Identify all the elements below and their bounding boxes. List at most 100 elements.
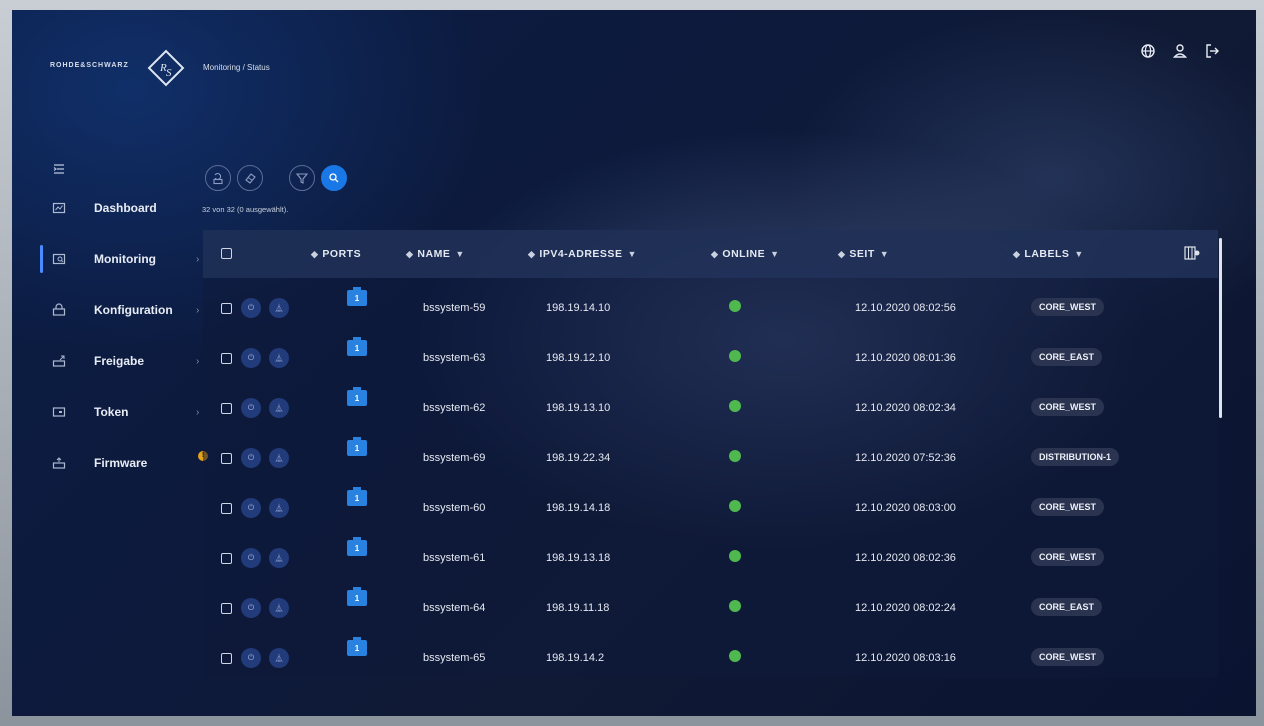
select-all-checkbox[interactable] [221,248,232,259]
port-badge[interactable]: 1 [347,287,367,306]
row-checkbox[interactable] [221,603,232,614]
row-checkbox[interactable] [221,553,232,564]
status-button[interactable]: ⏅ [269,498,289,518]
online-status-dot [729,350,741,362]
column-header-labels[interactable]: ◆ LABELS ▼ [1013,248,1084,260]
online-since: 12.10.2020 08:03:00 [855,502,956,514]
row-checkbox[interactable] [221,403,232,414]
port-badge[interactable]: 1 [347,587,367,606]
globe-icon[interactable] [1140,43,1156,59]
user-icon[interactable] [1172,43,1188,59]
table-row[interactable]: ⏻ ⏅ 1 bssystem-61 198.19.13.18 12.10.202… [203,532,1218,582]
online-status-dot [729,500,741,512]
reboot-button[interactable]: ⏻ [241,648,261,668]
status-button[interactable]: ⏅ [269,448,289,468]
reboot-button[interactable]: ⏻ [241,548,261,568]
ip-address: 198.19.14.10 [546,302,611,314]
row-checkbox[interactable] [221,303,232,314]
row-checkbox[interactable] [221,453,232,464]
reboot-button[interactable]: ⏻ [241,298,261,318]
device-name: bssystem-64 [423,602,486,614]
sidebar-item-firmware[interactable]: Firmware ! [24,445,208,481]
filter-icon[interactable]: ▼ [880,249,889,259]
column-header-name[interactable]: ◆ NAME ▼ [406,248,465,260]
label-tag[interactable]: CORE_WEST [1031,398,1105,416]
selection-count: 32 von 32 (0 ausgewählt). [202,205,289,214]
ip-address: 198.19.14.2 [546,652,605,664]
port-badge[interactable]: 1 [347,437,367,456]
refresh-device-button[interactable] [205,165,231,191]
sidebar-item-label: Firmware [94,456,148,470]
online-since: 12.10.2020 08:02:34 [855,402,956,414]
label-tag[interactable]: CORE_WEST [1031,298,1105,316]
status-button[interactable]: ⏅ [269,548,289,568]
reboot-button[interactable]: ⏻ [241,348,261,368]
ip-address: 198.19.22.34 [546,452,611,464]
online-since: 12.10.2020 08:02:24 [855,602,956,614]
label-tag[interactable]: DISTRIBUTION-1 [1031,448,1119,466]
row-checkbox[interactable] [221,503,232,514]
status-button[interactable]: ⏅ [269,648,289,668]
sidebar-item-monitoring[interactable]: Monitoring › [24,241,204,277]
filter-icon[interactable]: ▼ [1074,249,1083,259]
filter-icon[interactable]: ▼ [627,249,636,259]
filter-icon[interactable]: ▼ [455,249,464,259]
status-button[interactable]: ⏅ [269,348,289,368]
sidebar-toggle-icon[interactable] [52,162,66,176]
port-badge[interactable]: 1 [347,337,367,356]
port-badge[interactable]: 1 [347,537,367,556]
top-icon-bar [1140,43,1220,59]
device-name: bssystem-69 [423,452,486,464]
filter-icon [295,173,309,184]
power-icon: ⏻ [247,653,255,662]
reboot-button[interactable]: ⏻ [241,498,261,518]
sidebar-item-konfiguration[interactable]: Konfiguration › [24,292,204,328]
sidebar-item-dashboard[interactable]: Dashboard [24,190,204,226]
label-tag[interactable]: CORE_WEST [1031,548,1105,566]
breadcrumb: Monitoring / Status [203,63,270,72]
filter-button[interactable] [289,165,315,191]
filter-icon[interactable]: ▼ [770,249,779,259]
configuration-icon [52,303,66,316]
sidebar-item-token[interactable]: Token › [24,394,204,430]
column-settings-icon[interactable] [1184,246,1200,260]
logout-icon[interactable] [1204,43,1220,59]
table-row[interactable]: ⏻ ⏅ 1 bssystem-60 198.19.14.18 12.10.202… [203,482,1218,532]
column-header-ports[interactable]: ◆ PORTS [311,248,361,260]
reboot-button[interactable]: ⏻ [241,598,261,618]
power-icon: ⏻ [247,603,255,612]
table-row[interactable]: ⏻ ⏅ 1 bssystem-62 198.19.13.10 12.10.202… [203,382,1218,432]
reboot-button[interactable]: ⏻ [241,398,261,418]
brand-wordmark: ROHDE&SCHWARZ [50,62,129,69]
label-tag[interactable]: CORE_WEST [1031,498,1105,516]
table-row[interactable]: ⏻ ⏅ 1 bssystem-65 198.19.14.2 12.10.2020… [203,632,1218,682]
table-row[interactable]: ⏻ ⏅ 1 bssystem-64 198.19.11.18 12.10.202… [203,582,1218,632]
power-icon: ⏻ [247,553,255,562]
row-checkbox[interactable] [221,653,232,664]
online-since: 12.10.2020 08:03:16 [855,652,956,664]
sidebar-item-label: Konfiguration [94,303,173,317]
status-button[interactable]: ⏅ [269,598,289,618]
table-scrollbar[interactable] [1219,238,1222,418]
reboot-button[interactable]: ⏻ [241,448,261,468]
table-row[interactable]: ⏻ ⏅ 1 bssystem-59 198.19.14.10 12.10.202… [203,282,1218,332]
erase-icon [245,173,256,184]
column-header-ip[interactable]: ◆ IPV4-ADRESSE ▼ [528,248,637,260]
sidebar-item-freigabe[interactable]: Freigabe › [24,343,204,379]
table-row[interactable]: ⏻ ⏅ 1 bssystem-69 198.19.22.34 12.10.202… [203,432,1218,482]
search-button[interactable] [321,165,347,191]
port-badge[interactable]: 1 [347,637,367,656]
column-header-seit[interactable]: ◆ SEIT ▼ [838,248,889,260]
port-badge[interactable]: 1 [347,487,367,506]
status-button[interactable]: ⏅ [269,298,289,318]
table-row[interactable]: ⏻ ⏅ 1 bssystem-63 198.19.12.10 12.10.202… [203,332,1218,382]
label-tag[interactable]: CORE_WEST [1031,648,1105,666]
erase-button[interactable] [237,165,263,191]
column-header-online[interactable]: ◆ ONLINE ▼ [711,248,780,260]
port-badge[interactable]: 1 [347,387,367,406]
label-tag[interactable]: CORE_EAST [1031,348,1103,366]
label-tag[interactable]: CORE_EAST [1031,598,1103,616]
status-button[interactable]: ⏅ [269,398,289,418]
power-icon: ⏻ [247,353,255,362]
row-checkbox[interactable] [221,353,232,364]
